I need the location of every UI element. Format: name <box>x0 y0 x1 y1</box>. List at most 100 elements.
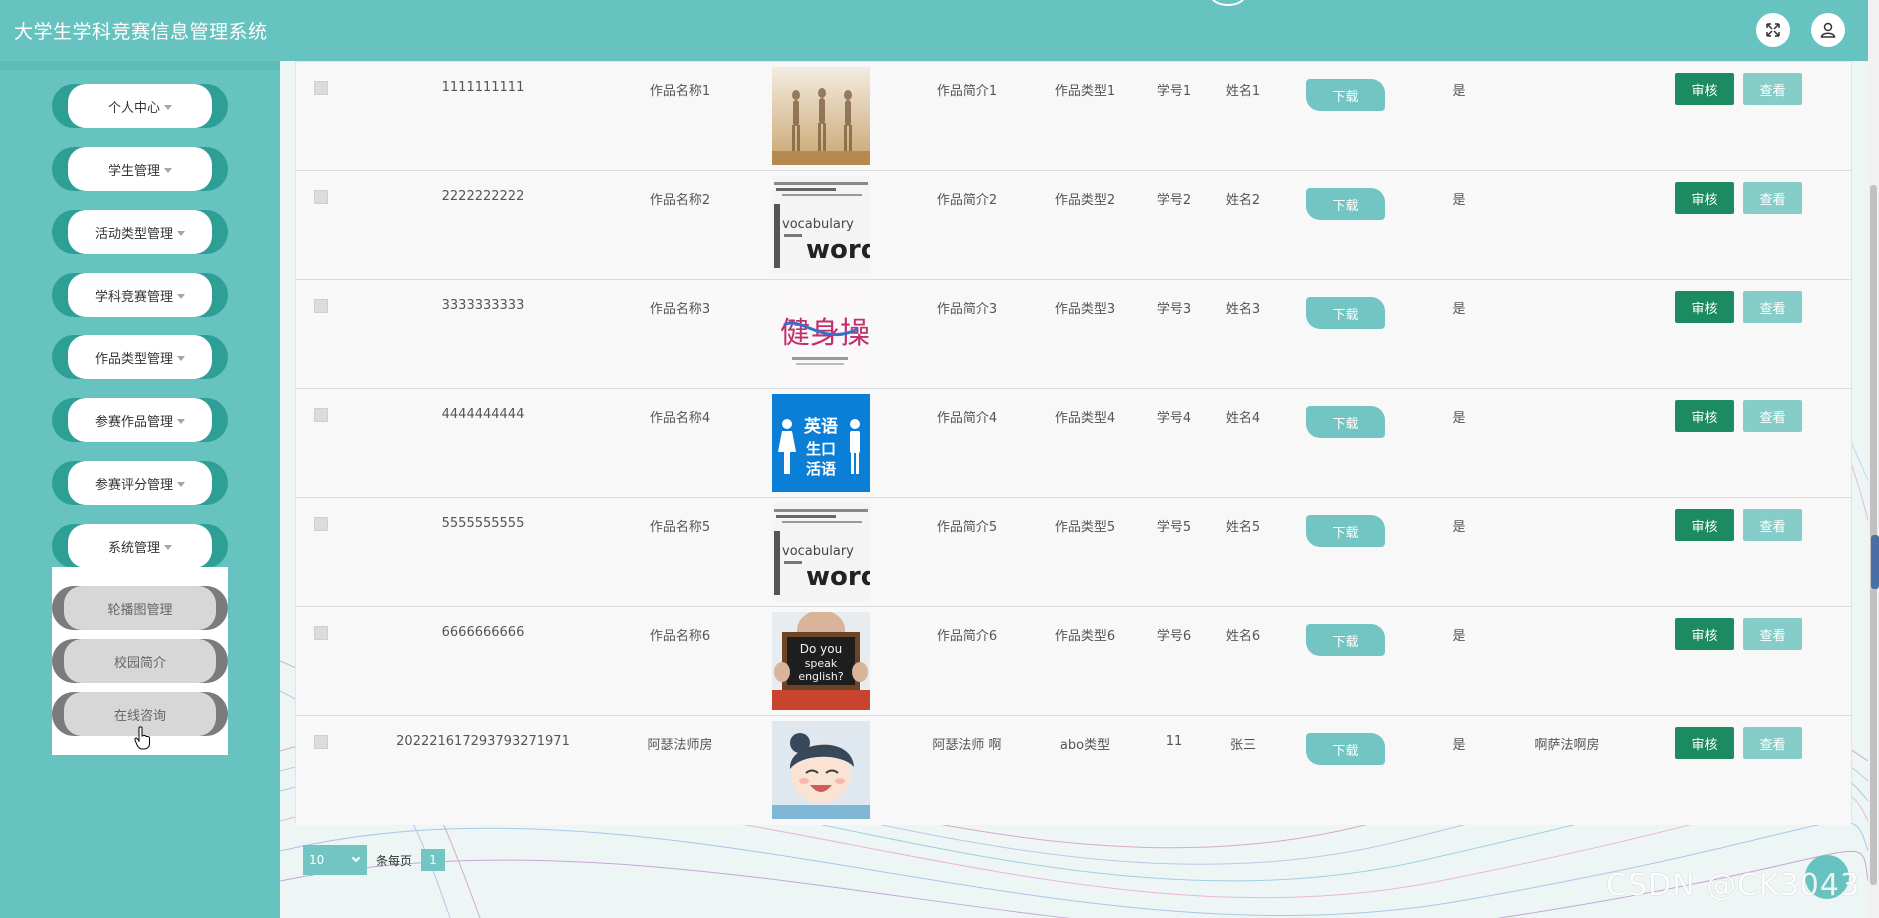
cell-intro: 作品简介4 <box>936 411 998 426</box>
cell-student-name: 姓名2 <box>1225 193 1261 208</box>
cell-flag: 是 <box>1452 84 1466 99</box>
cell-student-no: 学号1 <box>1156 84 1192 99</box>
sidebar-item-work-type-management[interactable]: 作品类型管理 <box>52 335 228 379</box>
review-button[interactable]: 审核 <box>1675 182 1734 214</box>
view-button[interactable]: 查看 <box>1743 182 1802 214</box>
sidebar-item-personal-center[interactable]: 个人中心 <box>52 84 228 128</box>
table-row: 5555555555 作品名称5 vocabulary words 作品简介5 … <box>296 498 1851 607</box>
cell-student-no: 学号4 <box>1156 411 1192 426</box>
view-button[interactable]: 查看 <box>1743 618 1802 650</box>
cell-type: 作品类型2 <box>1054 193 1116 208</box>
table-row: 2222222222 作品名称2 vocabulary words 作品简介2 … <box>296 171 1851 280</box>
user-button[interactable] <box>1811 13 1845 47</box>
sidebar-item-activity-type-management[interactable]: 活动类型管理 <box>52 210 228 254</box>
cell-student-name: 姓名6 <box>1225 629 1261 644</box>
sidebar-item-label: 个人中心 <box>107 100 160 116</box>
thumb-text-big: words <box>806 562 870 592</box>
cell-student-no: 学号5 <box>1156 520 1192 535</box>
thumbnail-image <box>772 721 870 819</box>
cell-remark: 啊萨法啊房 <box>1534 738 1600 753</box>
cell-flag: 是 <box>1452 629 1466 644</box>
view-button[interactable]: 查看 <box>1743 291 1802 323</box>
sidebar-item-scoring-management[interactable]: 参赛评分管理 <box>52 461 228 505</box>
sidebar-item-label: 系统管理 <box>107 540 160 556</box>
cell-student-name: 姓名1 <box>1225 84 1261 99</box>
row-checkbox[interactable] <box>314 190 328 204</box>
submenu-item-carousel[interactable]: 轮播图管理 <box>52 586 228 630</box>
cell-id: 5555555555 <box>441 516 525 531</box>
view-button[interactable]: 查看 <box>1743 727 1802 759</box>
review-button[interactable]: 审核 <box>1675 509 1734 541</box>
cell-flag: 是 <box>1452 411 1466 426</box>
thumb-text-big: words <box>806 235 870 265</box>
cell-student-no: 学号3 <box>1156 302 1192 317</box>
thumb-text-line2: speak <box>805 657 838 670</box>
sidebar-item-student-management[interactable]: 学生管理 <box>52 147 228 191</box>
download-button[interactable]: 下载 <box>1306 624 1385 656</box>
entries-table: 1111111111 作品名称1 作品简介1 作品类型1 学号1 姓名1 下载 … <box>295 61 1852 825</box>
chevron-down-icon <box>177 230 185 236</box>
cell-name: 作品名称1 <box>649 84 711 99</box>
download-button[interactable]: 下载 <box>1306 297 1385 329</box>
download-button[interactable]: 下载 <box>1306 515 1385 547</box>
review-button[interactable]: 审核 <box>1675 400 1734 432</box>
page-size-select[interactable]: 10 <box>303 845 367 875</box>
cell-student-no: 学号2 <box>1156 193 1192 208</box>
cell-name: 作品名称3 <box>649 302 711 317</box>
download-button[interactable]: 下载 <box>1306 406 1385 438</box>
chevron-down-icon <box>177 481 185 487</box>
cell-flag: 是 <box>1452 520 1466 535</box>
row-checkbox[interactable] <box>314 299 328 313</box>
cell-id: 4444444444 <box>441 407 525 422</box>
fullscreen-button[interactable] <box>1756 13 1790 47</box>
hand-cursor-icon <box>134 726 150 750</box>
cell-type: 作品类型1 <box>1054 84 1116 99</box>
view-button[interactable]: 查看 <box>1743 73 1802 105</box>
review-button[interactable]: 审核 <box>1675 727 1734 759</box>
cell-type: 作品类型4 <box>1054 411 1116 426</box>
user-icon <box>1820 22 1836 38</box>
page-scrollbar[interactable] <box>1868 0 1879 918</box>
download-button[interactable]: 下载 <box>1306 79 1385 111</box>
download-button[interactable]: 下载 <box>1306 188 1385 220</box>
page-number-button[interactable]: 1 <box>421 849 445 871</box>
cell-id: 3333333333 <box>441 298 525 313</box>
sidebar-item-competition-management[interactable]: 学科竞赛管理 <box>52 273 228 317</box>
sidebar-item-label: 参赛评分管理 <box>94 477 173 493</box>
review-button[interactable]: 审核 <box>1675 618 1734 650</box>
table-row: 4444444444 作品名称4 英语 生口 活语 作品简介4 作品类型4 学号… <box>296 389 1851 498</box>
thumb-text-line1: Do you <box>800 642 842 656</box>
thumbnail-image <box>772 67 870 165</box>
review-button[interactable]: 审核 <box>1675 73 1734 105</box>
chevron-down-icon <box>164 104 172 110</box>
thumb-text-line3: 活语 <box>806 460 836 478</box>
download-button[interactable]: 下载 <box>1306 733 1385 765</box>
cell-intro: 作品简介1 <box>936 84 998 99</box>
submenu-item-campus-intro[interactable]: 校园简介 <box>52 639 228 683</box>
top-header: 大学生学科竞赛信息管理系统 <box>0 0 1868 61</box>
thumb-text-small: vocabulary <box>782 544 854 559</box>
cell-student-name: 张三 <box>1229 738 1257 753</box>
sidebar-top-strip <box>0 61 280 70</box>
row-checkbox[interactable] <box>314 626 328 640</box>
sidebar-item-system-management[interactable]: 系统管理 <box>52 524 228 568</box>
thumbnail-image: 健身操 <box>772 285 870 383</box>
table-row: 202221617293793271971 阿瑟法师房 阿瑟法师 啊 abo类型… <box>296 716 1851 825</box>
sidebar-item-label: 作品类型管理 <box>94 351 173 367</box>
cell-type: 作品类型3 <box>1054 302 1116 317</box>
view-button[interactable]: 查看 <box>1743 509 1802 541</box>
thumbnail-image: Do you speak english? <box>772 612 870 710</box>
cell-type: abo类型 <box>1059 738 1111 753</box>
chevron-down-icon <box>164 167 172 173</box>
view-button[interactable]: 查看 <box>1743 400 1802 432</box>
cell-student-name: 姓名5 <box>1225 520 1261 535</box>
cell-flag: 是 <box>1452 738 1466 753</box>
row-checkbox[interactable] <box>314 81 328 95</box>
review-button[interactable]: 审核 <box>1675 291 1734 323</box>
row-checkbox[interactable] <box>314 408 328 422</box>
sidebar-item-entry-management[interactable]: 参赛作品管理 <box>52 398 228 442</box>
row-checkbox[interactable] <box>314 735 328 749</box>
thumbnail-image: 英语 生口 活语 <box>772 394 870 492</box>
row-checkbox[interactable] <box>314 517 328 531</box>
chevron-down-icon <box>177 293 185 299</box>
